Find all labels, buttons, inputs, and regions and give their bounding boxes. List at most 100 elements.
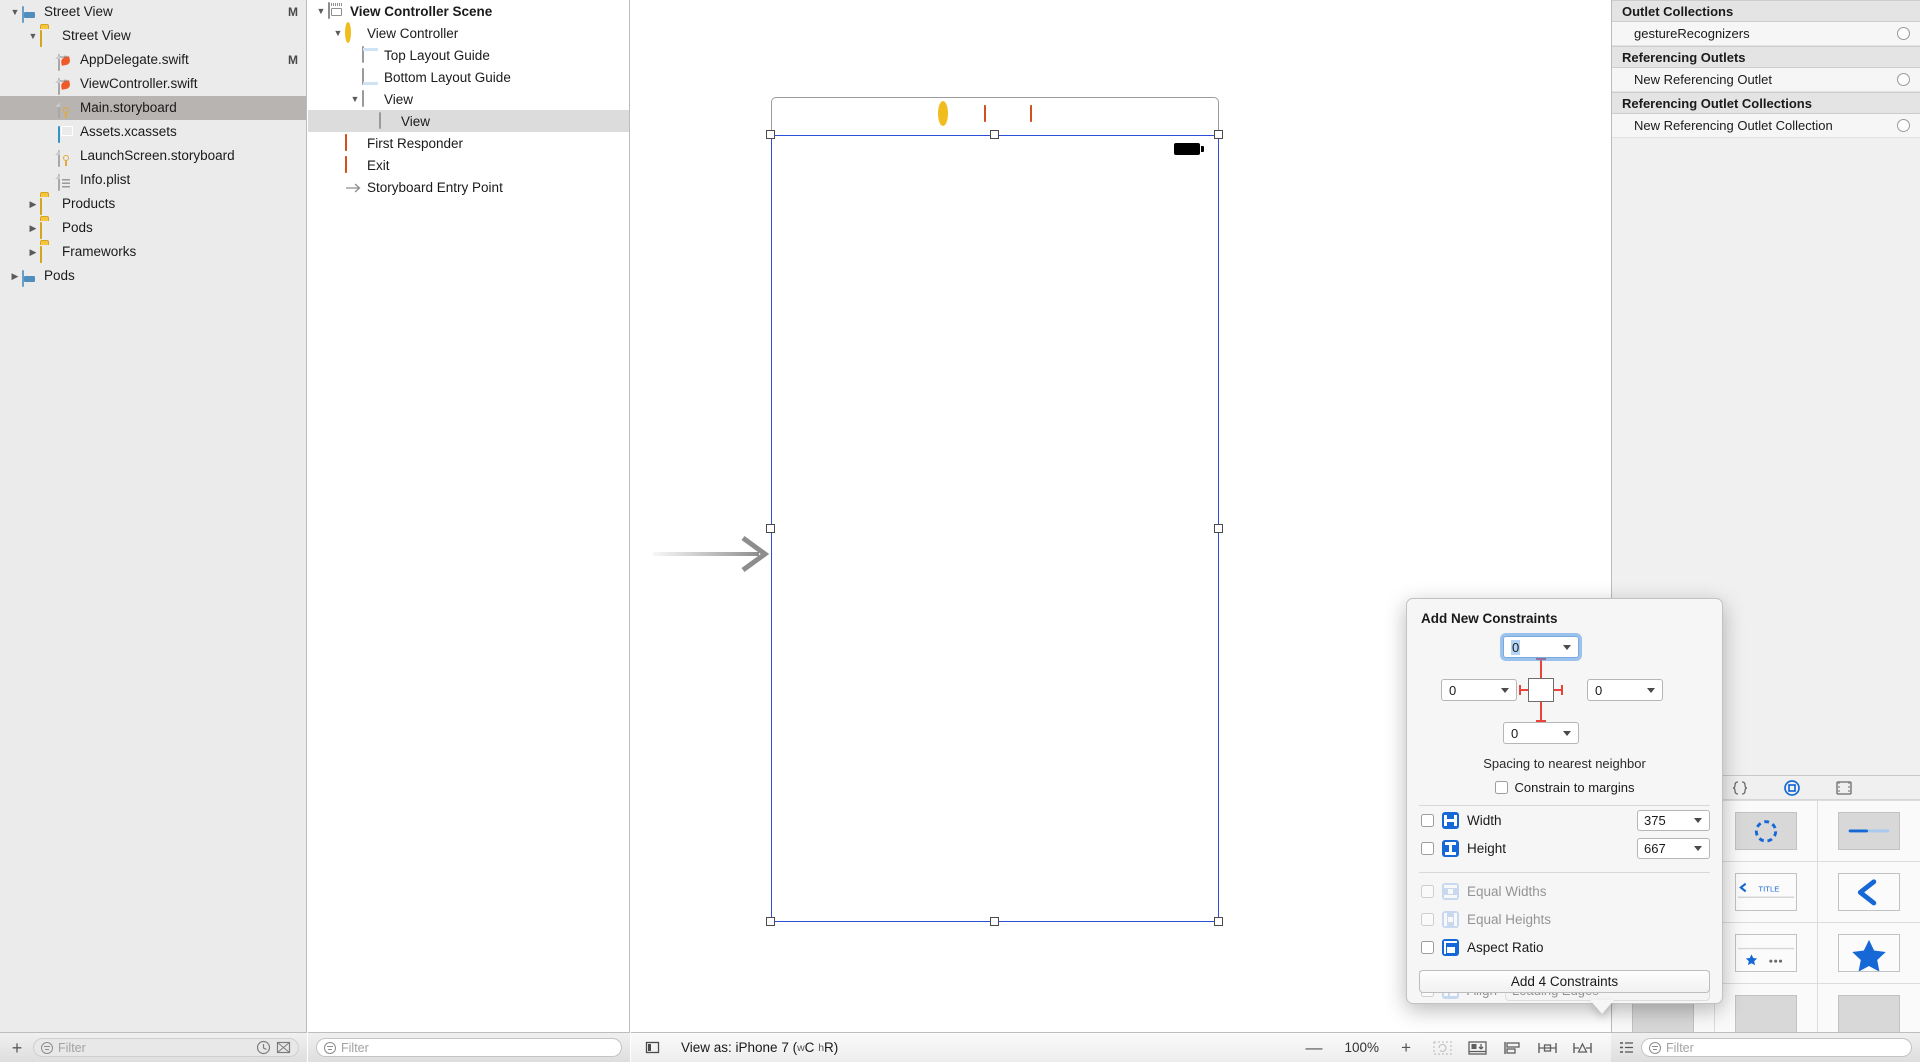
- outline-item-view[interactable]: ▶View: [308, 110, 629, 132]
- library-item[interactable]: [1715, 923, 1817, 983]
- navigator-item-info-plist[interactable]: ▶Info.plist: [0, 168, 306, 192]
- disclosure-triangle[interactable]: ▼: [8, 0, 22, 24]
- bottom-connector[interactable]: [1540, 702, 1542, 722]
- constraint-options-list[interactable]: Width375Height667Equal WidthsEqual Heigh…: [1407, 806, 1722, 961]
- height-input[interactable]: 667: [1637, 838, 1710, 859]
- add-new-constraints-popover[interactable]: Add New Constraints 0 0 0: [1406, 598, 1723, 1004]
- navigator-item-viewcontroller-swift[interactable]: ▶swiftViewController.swift: [0, 72, 306, 96]
- navigator-filter-bar[interactable]: + Filter: [0, 1032, 307, 1062]
- disclosure-triangle[interactable]: ▼: [331, 21, 345, 45]
- navigator-item-appdelegate-swift[interactable]: ▶swiftAppDelegate.swiftM: [0, 48, 306, 72]
- navigation-item-thumbnail[interactable]: TITLE: [1735, 873, 1797, 911]
- library-item[interactable]: [1715, 801, 1817, 861]
- library-item[interactable]: [1715, 984, 1817, 1032]
- recent-files-icon[interactable]: [256, 1040, 271, 1055]
- zoom-out-button[interactable]: —: [1306, 1041, 1323, 1055]
- disclosure-triangle[interactable]: ▶: [26, 240, 40, 264]
- height-checkbox[interactable]: [1421, 842, 1434, 855]
- connection-well-icon[interactable]: [1897, 27, 1910, 40]
- library-item-thumbnail[interactable]: [1838, 995, 1900, 1032]
- resize-handle-middle-right[interactable]: [1214, 524, 1223, 533]
- auto-layout-toolbar[interactable]: [1432, 1040, 1593, 1056]
- outline-filter-input[interactable]: Filter: [316, 1038, 622, 1057]
- trailing-spacing-input[interactable]: 0: [1587, 679, 1663, 701]
- outline-item-bottom-layout-guide[interactable]: ▶Bottom Layout Guide: [308, 66, 629, 88]
- library-item[interactable]: [1818, 984, 1920, 1032]
- disclosure-triangle[interactable]: ▶: [26, 216, 40, 240]
- left-connector[interactable]: [1519, 689, 1528, 691]
- media-library-icon[interactable]: [1834, 779, 1854, 797]
- disclosure-triangle[interactable]: ▼: [348, 87, 362, 111]
- navigator-item-products[interactable]: ▶Products: [0, 192, 306, 216]
- library-item-thumbnail[interactable]: [1735, 995, 1797, 1032]
- disclosure-triangle[interactable]: ▶: [26, 192, 40, 216]
- width-row[interactable]: Width375: [1407, 806, 1722, 834]
- library-item[interactable]: TITLE: [1715, 862, 1817, 922]
- back-chevron-thumbnail[interactable]: [1838, 873, 1900, 911]
- bottom-spacing-input[interactable]: 0: [1503, 722, 1579, 744]
- project-navigator-list[interactable]: ▼Street ViewM▼Street View▶swiftAppDelega…: [0, 0, 306, 288]
- resize-handle-bottom-right[interactable]: [1214, 917, 1223, 926]
- first-responder-icon[interactable]: [984, 106, 1006, 128]
- root-view[interactable]: [771, 135, 1219, 922]
- outline-filter-bar[interactable]: Filter: [308, 1032, 630, 1062]
- add-file-button[interactable]: +: [8, 1039, 26, 1057]
- view-controller-icon[interactable]: [938, 106, 960, 128]
- navigator-item-launchscreen-storyboard[interactable]: ▶LaunchScreen.storyboard: [0, 144, 306, 168]
- add-new-constraints-icon[interactable]: [1537, 1040, 1558, 1056]
- aspect-ratio-checkbox[interactable]: [1421, 941, 1434, 954]
- library-filter-bar[interactable]: Filter: [1611, 1032, 1920, 1062]
- resize-handle-top-left[interactable]: [766, 130, 775, 139]
- view-controller-scene[interactable]: [771, 97, 1219, 922]
- outline-item-exit[interactable]: ▶Exit: [308, 154, 629, 176]
- inspector-connection-row[interactable]: New Referencing Outlet Collection: [1612, 114, 1920, 138]
- navigator-item-street-view[interactable]: ▼Street View: [0, 24, 306, 48]
- toggle-document-outline-icon[interactable]: [645, 1040, 660, 1055]
- outline-item-view-controller-scene[interactable]: ▼View Controller Scene: [308, 0, 629, 22]
- library-filter-input[interactable]: Filter: [1641, 1038, 1912, 1057]
- equal-widths-row[interactable]: Equal Widths: [1407, 877, 1722, 905]
- navigator-item-pods[interactable]: ▶Pods: [0, 216, 306, 240]
- navigator-filter-input[interactable]: Filter: [33, 1038, 299, 1057]
- object-library-icon[interactable]: [1782, 779, 1802, 797]
- resolve-issues-icon[interactable]: [1572, 1040, 1593, 1056]
- library-item[interactable]: [1818, 862, 1920, 922]
- constrain-to-margins-row[interactable]: Constrain to margins: [1407, 780, 1722, 795]
- equal-widths-checkbox[interactable]: [1421, 885, 1434, 898]
- star-thumbnail[interactable]: [1838, 934, 1900, 972]
- library-item[interactable]: [1818, 923, 1920, 983]
- disclosure-triangle[interactable]: ▼: [26, 24, 40, 48]
- navigator-item-street-view[interactable]: ▼Street ViewM: [0, 0, 306, 24]
- inspector-connection-row[interactable]: gestureRecognizers: [1612, 22, 1920, 46]
- document-outline[interactable]: ▼View Controller Scene▼View Controller▶T…: [308, 0, 630, 1032]
- view-as-label[interactable]: View as: iPhone 7 (wC hR): [681, 1040, 838, 1055]
- navigator-item-main-storyboard[interactable]: ▶Main.storyboard: [0, 96, 306, 120]
- project-navigator[interactable]: ▼Street ViewM▼Street View▶swiftAppDelega…: [0, 0, 307, 1032]
- disclosure-triangle[interactable]: ▶: [8, 264, 22, 288]
- constrain-to-margins-checkbox[interactable]: [1495, 781, 1508, 794]
- outline-item-top-layout-guide[interactable]: ▶Top Layout Guide: [308, 44, 629, 66]
- right-connector[interactable]: [1554, 689, 1563, 691]
- width-input[interactable]: 375: [1637, 810, 1710, 831]
- disclosure-triangle[interactable]: ▼: [314, 0, 328, 23]
- connection-well-icon[interactable]: [1897, 119, 1910, 132]
- library-list-view-icon[interactable]: [1619, 1040, 1634, 1055]
- resize-handle-top-center[interactable]: [990, 130, 999, 139]
- activity-indicator-thumbnail[interactable]: [1735, 812, 1797, 850]
- inspector-connection-row[interactable]: New Referencing Outlet: [1612, 68, 1920, 92]
- add-constraints-button[interactable]: Add 4 Constraints: [1419, 970, 1710, 993]
- leading-spacing-input[interactable]: 0: [1441, 679, 1517, 701]
- outline-item-view-controller[interactable]: ▼View Controller: [308, 22, 629, 44]
- document-outline-list[interactable]: ▼View Controller Scene▼View Controller▶T…: [308, 0, 629, 198]
- outline-item-storyboard-entry-point[interactable]: ▶Storyboard Entry Point: [308, 176, 629, 198]
- constraint-spacing-widget[interactable]: 0 0 0 0: [1407, 632, 1722, 760]
- update-frames-icon[interactable]: [1432, 1040, 1453, 1056]
- progress-view-thumbnail[interactable]: [1838, 812, 1900, 850]
- top-connector[interactable]: [1540, 658, 1542, 678]
- equal-heights-checkbox[interactable]: [1421, 913, 1434, 926]
- library-item[interactable]: [1818, 801, 1920, 861]
- zoom-in-button[interactable]: +: [1401, 1041, 1411, 1055]
- outline-item-view[interactable]: ▼View: [308, 88, 629, 110]
- tab-bar-item-thumbnail[interactable]: [1735, 934, 1797, 972]
- height-row[interactable]: Height667: [1407, 834, 1722, 862]
